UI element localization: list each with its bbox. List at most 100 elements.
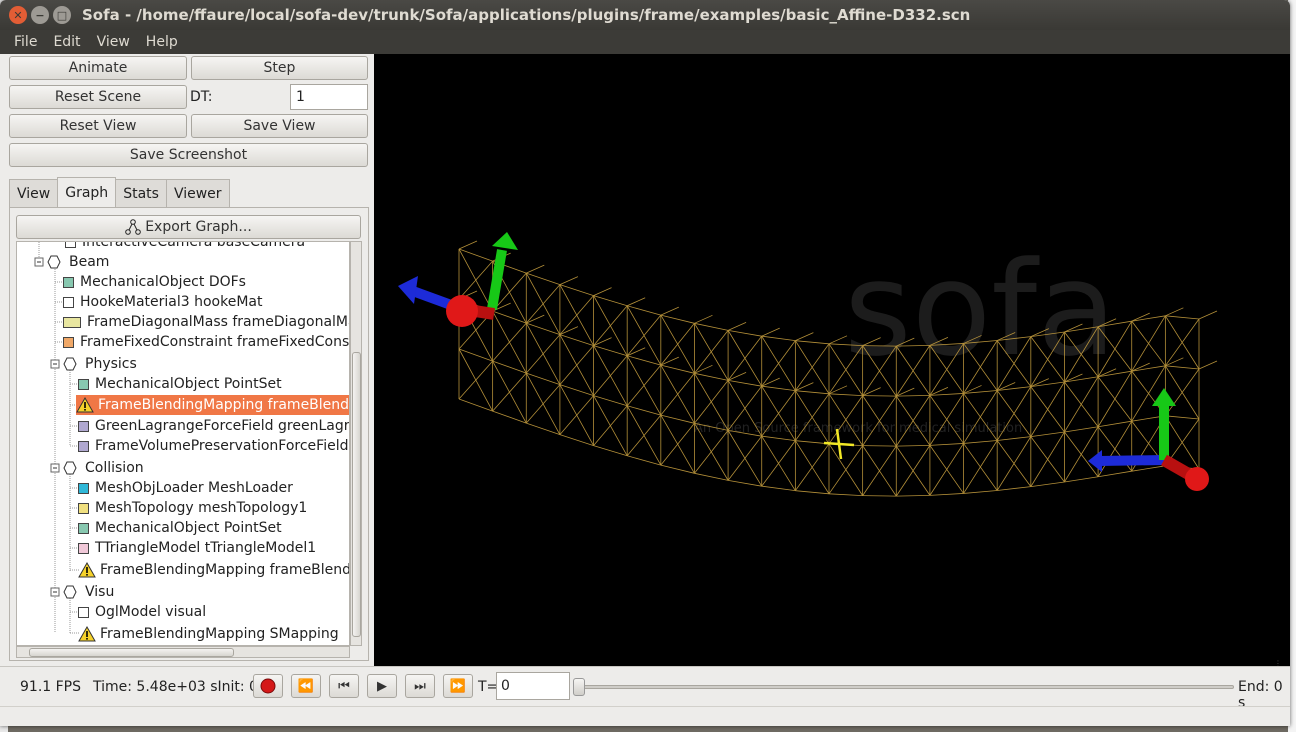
left-frame-gizmo xyxy=(398,232,518,327)
component-icon xyxy=(78,522,89,534)
component-icon xyxy=(78,378,89,390)
tree-item-framefixedconstraint[interactable]: FrameFixedConstraint frameFixedCons xyxy=(63,332,349,352)
time-slider[interactable] xyxy=(573,678,1234,696)
tree-item-mechanicalobject-pointset[interactable]: MechanicalObject PointSet xyxy=(78,374,282,394)
tree-item-label: Collision xyxy=(85,460,144,476)
tree-item-framediagonalmass[interactable]: FrameDiagonalMass frameDiagonalMa xyxy=(63,312,350,332)
tree-item-mechanicalobject-dofs[interactable]: MechanicalObject DOFs xyxy=(63,272,246,292)
reset-scene-button[interactable]: Reset Scene xyxy=(9,85,187,109)
tree-item-label: MechanicalObject PointSet xyxy=(95,520,282,536)
tree-horizontal-scrollbar[interactable] xyxy=(16,646,350,658)
menu-edit[interactable]: Edit xyxy=(45,34,88,50)
step-forward-icon: ⏭ xyxy=(414,678,426,694)
tree-item-label: FrameDiagonalMass frameDiagonalMa xyxy=(87,314,350,330)
tree-item-label: FrameFixedConstraint frameFixedCons xyxy=(80,334,350,350)
tree-item-oglmodel[interactable]: OglModel visual xyxy=(78,602,206,622)
graph-icon xyxy=(125,219,142,235)
play-icon: ▶ xyxy=(377,678,387,694)
menu-help[interactable]: Help xyxy=(138,34,186,50)
tree-node-collision[interactable]: Collision xyxy=(63,458,144,478)
component-icon xyxy=(78,606,89,618)
menu-file[interactable]: File xyxy=(6,34,45,50)
tree-vertical-scrollbar[interactable] xyxy=(350,241,362,646)
fps-readout: 91.1 FPS xyxy=(20,679,82,695)
reset-view-button[interactable]: Reset View xyxy=(9,114,187,138)
tree-item-label: FrameBlendingMapping frameBlendi xyxy=(98,397,350,413)
tree-item-ttrianglemodel[interactable]: TTriangleModel tTriangleModel1 xyxy=(78,538,316,558)
save-view-button[interactable]: Save View xyxy=(191,114,368,138)
rewind-icon: ⏪ xyxy=(297,678,315,694)
window-title: Sofa - /home/ffaure/local/sofa-dev/trunk… xyxy=(82,6,971,24)
tree-item-camera[interactable]: InteractiveCamera baseCamera xyxy=(65,241,306,252)
tree-item-label: Visu xyxy=(85,584,115,600)
step-forward-button[interactable]: ⏭ xyxy=(405,674,435,698)
component-icon xyxy=(78,542,89,554)
step-back-icon: ⏮ xyxy=(338,678,350,694)
tree-item-framevolumepreservation[interactable]: FrameVolumePreservationForceField xyxy=(78,436,348,456)
scene-canvas[interactable]: sofa An Open Source framework for medica… xyxy=(374,54,1290,666)
warning-icon xyxy=(78,626,96,642)
tree-node-physics[interactable]: Physics xyxy=(63,354,137,374)
tree-vertical-scroll-thumb[interactable] xyxy=(352,352,361,637)
record-button[interactable] xyxy=(253,674,283,698)
tree-item-label: FrameVolumePreservationForceField xyxy=(95,438,349,454)
node-hexagon-icon xyxy=(63,585,77,599)
step-button[interactable]: Step xyxy=(191,56,368,80)
play-button[interactable]: ▶ xyxy=(367,674,397,698)
tree-node-visu[interactable]: Visu xyxy=(63,582,114,602)
rewind-button[interactable]: ⏪ xyxy=(291,674,321,698)
fast-forward-icon: ⏩ xyxy=(449,678,467,694)
animate-button[interactable]: Animate xyxy=(9,56,187,80)
tree-item-frameblendingmapping-2[interactable]: FrameBlendingMapping frameBlendi xyxy=(78,560,350,580)
3d-viewport[interactable]: sofa An Open Source framework for medica… xyxy=(374,54,1290,666)
dt-input[interactable]: 1 xyxy=(290,84,368,110)
tree-item-label: FrameBlendingMapping SMapping xyxy=(100,626,339,642)
tab-graph[interactable]: Graph xyxy=(57,177,117,207)
tree-item-label: FrameBlendingMapping frameBlendi xyxy=(100,562,350,578)
tree-item-greenlagrange[interactable]: GreenLagrangeForceField greenLagra xyxy=(78,416,350,436)
time-slider-handle[interactable] xyxy=(573,678,585,696)
tree-item-frameblendingmapping-selected[interactable]: FrameBlendingMapping frameBlendi xyxy=(76,395,349,415)
export-graph-button[interactable]: Export Graph... xyxy=(16,215,361,239)
tree-item-label: InteractiveCamera baseCamera xyxy=(82,241,306,250)
node-hexagon-icon xyxy=(63,357,77,371)
menu-view[interactable]: View xyxy=(89,34,138,50)
status-bar: 91.1 FPS Time: 5.48e+03 sInit: 0 s ⏪ ⏮ ▶… xyxy=(0,666,1290,711)
tree-node-beam[interactable]: Beam xyxy=(47,252,109,272)
tree-item-meshtopology[interactable]: MeshTopology meshTopology1 xyxy=(78,498,307,518)
menu-bar: File Edit View Help xyxy=(0,30,1290,54)
tab-view[interactable]: View xyxy=(9,179,59,207)
close-icon[interactable]: ✕ xyxy=(9,6,27,24)
component-icon xyxy=(63,316,81,328)
minimize-icon[interactable]: − xyxy=(31,6,49,24)
maximize-icon[interactable]: □ xyxy=(53,6,71,24)
bottom-strip xyxy=(0,706,1290,726)
tree-item-label: MechanicalObject DOFs xyxy=(80,274,246,290)
tab-stats[interactable]: Stats xyxy=(115,179,167,207)
component-icon xyxy=(65,242,76,248)
fast-forward-button[interactable]: ⏩ xyxy=(443,674,473,698)
component-icon xyxy=(63,276,74,288)
component-icon xyxy=(78,420,89,432)
node-hexagon-icon xyxy=(63,461,77,475)
tab-viewer[interactable]: Viewer xyxy=(165,179,230,207)
tree-item-mechanicalobject-pointset-2[interactable]: MechanicalObject PointSet xyxy=(78,518,282,538)
scene-graph-tree[interactable]: InteractiveCamera baseCamera Beam Mechan… xyxy=(16,241,350,646)
step-back-button[interactable]: ⏮ xyxy=(329,674,359,698)
dt-label: DT: xyxy=(190,89,213,105)
tree-item-hookematerial[interactable]: HookeMaterial3 hookeMat xyxy=(63,292,263,312)
tree-item-label: GreenLagrangeForceField greenLagra xyxy=(95,418,350,434)
tree-item-meshobjloader[interactable]: MeshObjLoader MeshLoader xyxy=(78,478,293,498)
viewport-resize-grip: ⋮ xyxy=(1274,659,1282,666)
t-input[interactable]: 0 xyxy=(496,672,570,700)
time-readout: Time: 5.48e+03 sInit: 0 s xyxy=(93,679,270,695)
tab-bar: View Graph Stats Viewer xyxy=(9,177,230,207)
title-bar: ✕ − □ Sofa - /home/ffaure/local/sofa-dev… xyxy=(0,0,1290,30)
tree-item-frameblendingmapping-3[interactable]: FrameBlendingMapping SMapping xyxy=(78,624,339,644)
component-icon xyxy=(63,336,74,348)
tree-item-label: Physics xyxy=(85,356,137,372)
save-screenshot-button[interactable]: Save Screenshot xyxy=(9,143,368,167)
tree-item-label: TTriangleModel tTriangleModel1 xyxy=(95,540,317,556)
tree-item-label: MechanicalObject PointSet xyxy=(95,376,282,392)
tree-horizontal-scroll-thumb[interactable] xyxy=(29,648,234,657)
